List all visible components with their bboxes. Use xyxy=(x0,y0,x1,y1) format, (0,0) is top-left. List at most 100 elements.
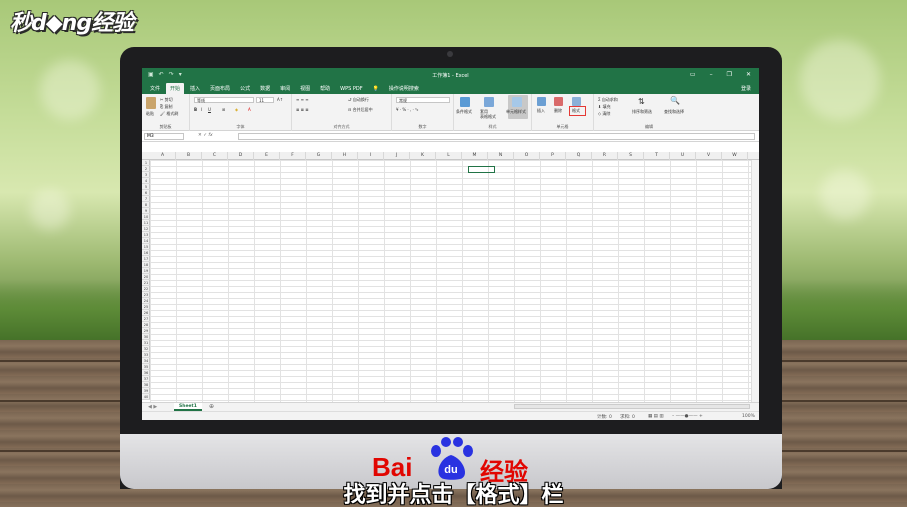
format-cells-icon[interactable] xyxy=(572,97,581,106)
tab-data[interactable]: 数据 xyxy=(256,83,274,94)
column-header[interactable]: Q xyxy=(566,152,592,160)
font-name-select[interactable]: 等线 xyxy=(194,97,254,103)
column-header[interactable]: S xyxy=(618,152,644,160)
name-box[interactable]: M3 xyxy=(144,133,184,140)
column-header[interactable]: M xyxy=(462,152,488,160)
number-format-icons[interactable]: ¥ · % · , · ⁰₀ xyxy=(396,107,418,112)
find-select-icon[interactable]: 🔍 xyxy=(670,96,680,105)
column-header[interactable]: B xyxy=(176,152,202,160)
view-normal-icon[interactable]: ▦ ▤ ▥ xyxy=(648,414,664,419)
column-header[interactable]: K xyxy=(410,152,436,160)
clear-button[interactable]: ◇ 清除 xyxy=(598,111,610,117)
lightbulb-icon: 💡 xyxy=(372,86,379,92)
minimize-icon[interactable]: – xyxy=(710,71,713,78)
tab-help[interactable]: 帮助 xyxy=(316,83,334,94)
paste-icon[interactable] xyxy=(146,97,156,109)
active-cell[interactable] xyxy=(468,166,495,173)
sign-in-link[interactable]: 登录 xyxy=(741,85,751,92)
column-headers: ABCDEFGHIJKLMNOPQRSTUVW xyxy=(142,152,759,160)
align-top-icon[interactable]: ≡ ≡ ≡ xyxy=(296,97,309,102)
column-header[interactable]: T xyxy=(644,152,670,160)
spreadsheet-grid[interactable]: ABCDEFGHIJKLMNOPQRSTUVW 1 2 3 4 5 6 7 8 9 10 11 12 1… xyxy=(142,152,759,402)
font-color-icon[interactable]: A xyxy=(248,107,251,112)
underline-button[interactable]: U xyxy=(208,107,211,112)
find-select-button[interactable]: 查找和选择 xyxy=(664,109,684,115)
copy-button[interactable]: ⎘ 复制 xyxy=(160,104,172,110)
group-label-number: 数字 xyxy=(418,124,427,129)
column-header[interactable]: R xyxy=(592,152,618,160)
fill-button[interactable]: ⬇ 填充 xyxy=(598,104,611,110)
tab-review[interactable]: 审阅 xyxy=(276,83,294,94)
cell-styles-button[interactable]: 单元格样式 xyxy=(506,109,526,115)
border-icon[interactable]: ⊞ xyxy=(222,107,225,112)
column-header[interactable]: N xyxy=(488,152,514,160)
italic-button[interactable]: I xyxy=(201,107,202,112)
maximize-icon[interactable]: ❐ xyxy=(727,71,732,78)
sheet-tab-sheet1[interactable]: Sheet1 xyxy=(174,403,202,411)
column-header[interactable]: A xyxy=(150,152,176,160)
title-bar: ▣ ↶ ↷ ▾ 工作簿1 - Excel ▭ – ❐ ✕ xyxy=(142,68,759,82)
column-header[interactable]: L xyxy=(436,152,462,160)
tab-home[interactable]: 开始 xyxy=(166,83,185,94)
format-painter-button[interactable]: 🖌 格式刷 xyxy=(160,111,178,117)
sort-filter-button[interactable]: 排序和筛选 xyxy=(632,109,652,115)
sort-filter-icon[interactable]: ⇅ xyxy=(638,97,645,106)
insert-cells-button[interactable]: 插入 xyxy=(537,108,545,114)
align-left-icon[interactable]: ≣ ≣ ≣ xyxy=(296,107,309,112)
ribbon-display-icon[interactable]: ▭ xyxy=(690,71,696,78)
close-icon[interactable]: ✕ xyxy=(746,71,751,78)
format-as-table-icon[interactable] xyxy=(484,97,494,107)
cell-styles-icon[interactable] xyxy=(512,97,522,107)
column-header[interactable]: C xyxy=(202,152,228,160)
add-sheet-icon[interactable]: ⊕ xyxy=(209,403,214,411)
grow-font-icon[interactable]: A↑ xyxy=(277,97,283,102)
column-header[interactable]: E xyxy=(254,152,280,160)
vertical-scrollbar[interactable] xyxy=(751,160,759,402)
sheet-tabs-bar: ◀ ▶ Sheet1 ⊕ xyxy=(142,402,759,411)
group-cells: 插入 删除 格式 单元格 xyxy=(532,94,594,131)
column-header[interactable]: W xyxy=(722,152,748,160)
column-header[interactable]: U xyxy=(670,152,696,160)
zoom-slider[interactable]: – ——●—— + xyxy=(672,414,703,419)
tab-wps-pdf[interactable]: WPS PDF xyxy=(336,84,366,94)
column-header[interactable]: I xyxy=(358,152,384,160)
column-header[interactable]: F xyxy=(280,152,306,160)
row-header[interactable]: 40 xyxy=(142,394,150,400)
horizontal-scrollbar[interactable] xyxy=(514,404,750,409)
tell-me-search[interactable]: 操作说明搜索 xyxy=(385,83,423,94)
font-size-select[interactable]: 11 xyxy=(256,97,274,103)
zoom-level[interactable]: 100% xyxy=(742,414,755,419)
group-styles: 条件格式 套用 表格格式 单元格样式 样式 xyxy=(454,94,532,131)
tab-file[interactable]: 文件 xyxy=(146,83,164,94)
paste-button[interactable]: 粘贴 xyxy=(146,111,154,117)
cell-area[interactable] xyxy=(150,160,751,402)
group-alignment: ≡ ≡ ≡ ≣ ≣ ≣ ⮐ 自动换行 ⊟ 合并后居中 对齐方式 xyxy=(292,94,392,131)
tab-insert[interactable]: 插入 xyxy=(186,83,204,94)
conditional-format-icon[interactable] xyxy=(460,97,470,107)
conditional-format-button[interactable]: 条件格式 xyxy=(456,109,472,115)
cut-button[interactable]: ✂ 剪切 xyxy=(160,97,173,103)
fill-color-icon[interactable]: ◈ xyxy=(235,107,238,112)
column-header[interactable]: V xyxy=(696,152,722,160)
delete-cells-icon[interactable] xyxy=(554,97,563,106)
delete-cells-button[interactable]: 删除 xyxy=(554,108,562,114)
tab-view[interactable]: 视图 xyxy=(296,83,314,94)
column-header[interactable]: O xyxy=(514,152,540,160)
formula-input[interactable] xyxy=(238,133,755,140)
autosum-button[interactable]: Σ 自动求和 xyxy=(598,97,618,103)
column-header[interactable]: H xyxy=(332,152,358,160)
sheet-nav-icon[interactable]: ◀ ▶ xyxy=(148,404,157,410)
format-as-table-button[interactable]: 套用 表格格式 xyxy=(480,109,496,119)
bold-button[interactable]: B xyxy=(194,107,197,112)
merge-center-button[interactable]: ⊟ 合并后居中 xyxy=(348,107,373,113)
column-header[interactable]: J xyxy=(384,152,410,160)
number-format-select[interactable]: 常规 xyxy=(396,97,450,103)
column-header[interactable]: G xyxy=(306,152,332,160)
tab-formulas[interactable]: 公式 xyxy=(236,83,254,94)
tab-page-layout[interactable]: 页面布局 xyxy=(206,83,234,94)
column-header[interactable]: D xyxy=(228,152,254,160)
column-header[interactable]: P xyxy=(540,152,566,160)
fx-icon[interactable]: ✕ ✓ fx xyxy=(198,133,213,138)
wrap-text-button[interactable]: ⮐ 自动换行 xyxy=(348,97,369,104)
insert-cells-icon[interactable] xyxy=(537,97,546,106)
